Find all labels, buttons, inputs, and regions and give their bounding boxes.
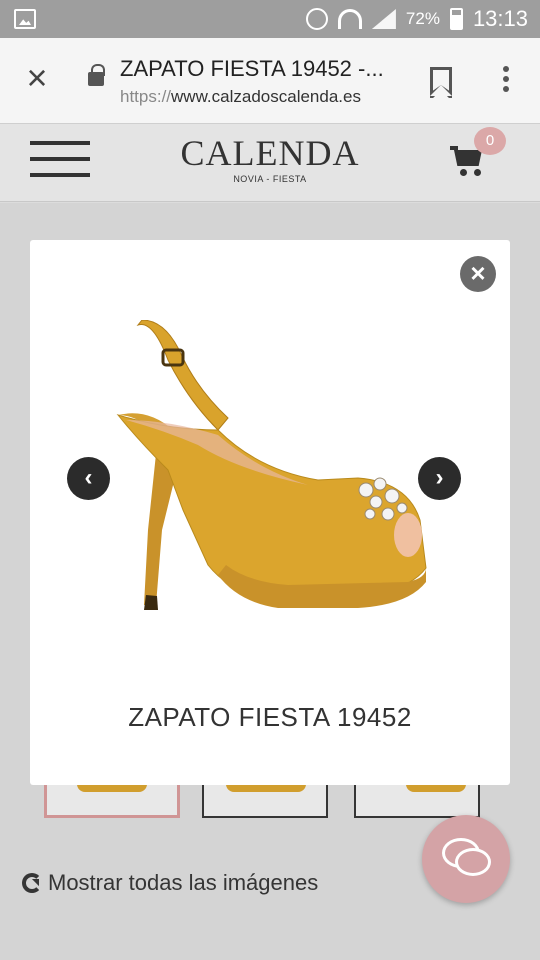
- status-bar: 72% 13:13: [0, 0, 540, 38]
- shoe-image: [116, 320, 427, 610]
- hamburger-menu-icon[interactable]: [30, 141, 90, 181]
- alarm-icon: [305, 8, 328, 30]
- bookmark-icon[interactable]: [430, 67, 452, 95]
- site-header: CALENDA NOVIA - FIESTA: [0, 124, 540, 202]
- lightbox-caption: ZAPATO FIESTA 19452: [128, 702, 412, 732]
- signal-icon: [371, 9, 396, 29]
- url-text[interactable]: https://www.calzadoscalenda.es: [120, 87, 410, 107]
- site-logo[interactable]: CALENDA NOVIA - FIESTA: [170, 132, 370, 184]
- overflow-menu-icon[interactable]: [500, 66, 512, 98]
- clock: 13:13: [472, 6, 528, 31]
- close-tab-icon[interactable]: ×: [20, 60, 54, 96]
- next-image-button[interactable]: ›: [418, 457, 461, 500]
- cart-count-badge: 0: [474, 127, 506, 155]
- previous-image-button[interactable]: ‹: [67, 457, 110, 500]
- browser-toolbar: × ZAPATO FIESTA 19452 -... https://www.c…: [0, 38, 540, 124]
- url-host: www.calzadoscalenda.es: [171, 87, 361, 106]
- close-lightbox-button[interactable]: ×: [460, 256, 496, 292]
- lightbox-modal: × ‹ › ZAPATO FIESTA 19452: [30, 240, 510, 785]
- chat-button[interactable]: [422, 815, 510, 903]
- page-title[interactable]: ZAPATO FIESTA 19452 -...: [120, 56, 410, 82]
- url-protocol: https://: [120, 87, 172, 106]
- chat-bubble-icon-back: [455, 848, 491, 876]
- battery-icon: [449, 8, 463, 30]
- logo-tagline: NOVIA - FIESTA: [233, 174, 307, 184]
- logo-brand: CALENDA: [180, 133, 360, 173]
- gallery-notification-icon: [14, 9, 36, 29]
- wifi-icon: [337, 9, 362, 29]
- battery-percent: 72%: [405, 9, 440, 28]
- lock-icon: [88, 64, 105, 86]
